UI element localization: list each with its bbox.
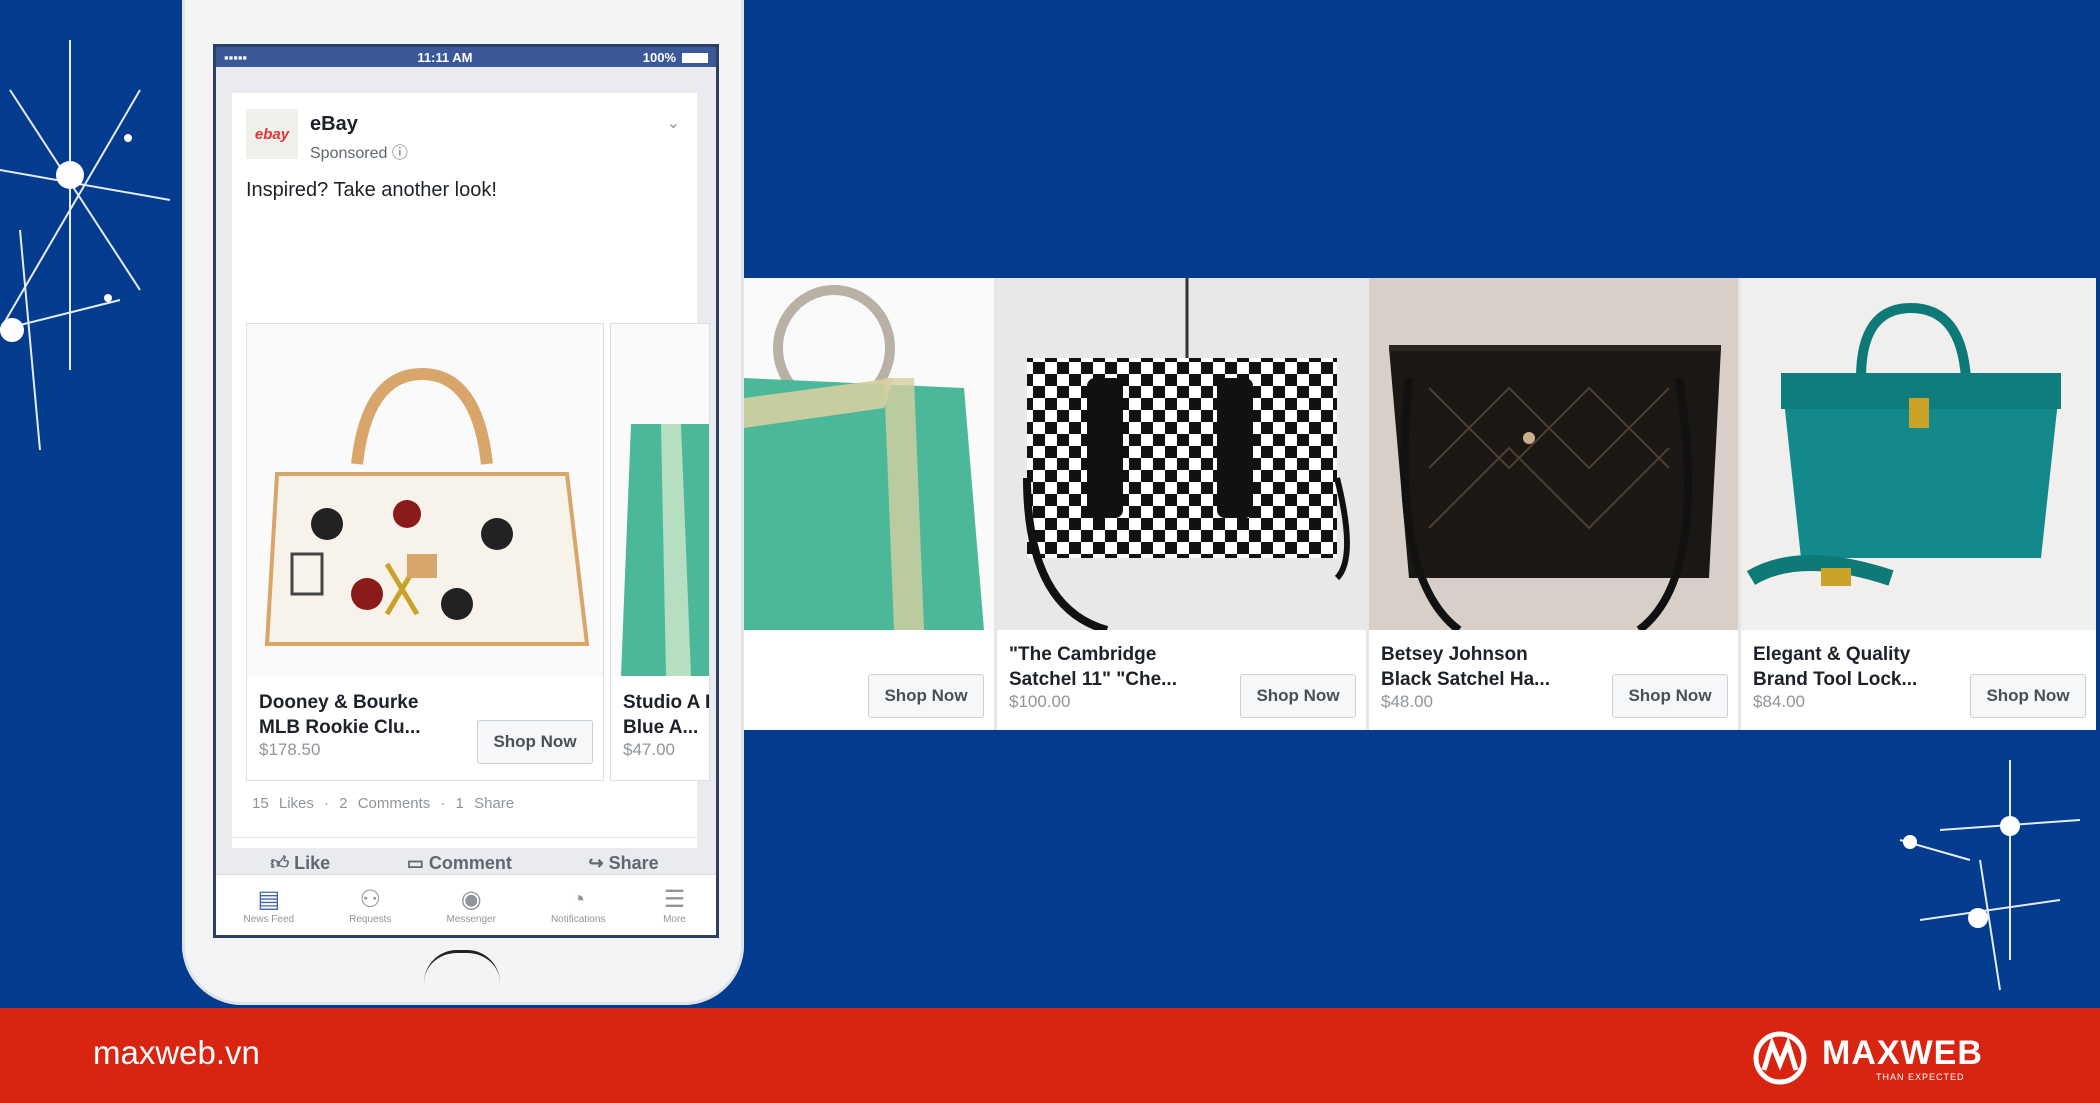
carousel-strip: Shop Now "The Cambridge Satchel 11" "Che… bbox=[744, 278, 2096, 730]
comment-icon: ▭ bbox=[406, 852, 429, 873]
product-price: $84.00 bbox=[1753, 692, 1805, 711]
handbag-image bbox=[1746, 302, 2061, 586]
maxweb-logo-icon bbox=[1753, 1031, 1807, 1085]
share-button[interactable]: ↪ Share bbox=[589, 853, 659, 874]
sponsored-post: ebay eBay Sponsored ⓘ ⌄ Inspired? Take a… bbox=[232, 93, 710, 873]
comment-button[interactable]: ▭ Comment bbox=[407, 853, 512, 874]
shop-now-button[interactable]: Shop Now bbox=[477, 720, 593, 764]
tab-notifications[interactable]: ◔ Notifications bbox=[551, 886, 605, 925]
like-label: Like bbox=[294, 853, 331, 873]
handbag-image bbox=[264, 367, 590, 646]
share-label: Share bbox=[608, 852, 659, 873]
product-price: $48.00 bbox=[1381, 692, 1433, 711]
product-title: Studio A Purse Blue A... bbox=[623, 692, 709, 738]
product-image[interactable] bbox=[744, 278, 994, 630]
carousel-card[interactable]: "The Cambridge Satchel 11" "Che... $100.… bbox=[994, 278, 1366, 730]
footer-website-link[interactable]: maxweb.vn bbox=[93, 1034, 260, 1072]
product-image[interactable] bbox=[1369, 278, 1738, 634]
carousel-card[interactable]: Elegant & Quality Brand Tool Lock... $84… bbox=[1738, 278, 2096, 730]
sparkle-right-icon bbox=[1899, 760, 2081, 991]
post-text: Inspired? Take another look! bbox=[246, 179, 497, 201]
battery-icon bbox=[682, 53, 708, 64]
tab-label: Messenger bbox=[446, 913, 496, 925]
handbag-image bbox=[1389, 345, 1721, 634]
globe-icon: ◔ bbox=[570, 885, 586, 913]
tab-label: Requests bbox=[349, 913, 392, 925]
tab-label: Notifications bbox=[550, 913, 606, 925]
tab-messenger[interactable]: ◉ Messenger bbox=[446, 886, 495, 925]
shop-now-button[interactable]: Shop Now bbox=[1240, 674, 1356, 718]
product-image[interactable] bbox=[247, 324, 603, 676]
product-title: "The Cambridge Satchel 11" "Che... bbox=[1009, 644, 1177, 690]
product-image[interactable] bbox=[997, 278, 1366, 634]
product-price: $100.00 bbox=[1009, 692, 1071, 711]
ebay-logo: ebay bbox=[254, 125, 290, 143]
carousel-card[interactable]: Betsey Johnson Black Satchel Ha... $48.0… bbox=[1366, 278, 1738, 730]
carousel-card[interactable]: Dooney & Bourke MLB Rookie Clu... $178.5… bbox=[246, 323, 604, 781]
status-time: 11:11 AM bbox=[417, 49, 473, 65]
comment-label: Comment bbox=[428, 852, 512, 873]
tab-label: More bbox=[663, 913, 686, 925]
share-icon: ↪ bbox=[588, 852, 609, 873]
product-title: Dooney & Bourke MLB Rookie Clu... bbox=[259, 692, 421, 738]
menu-icon: ☰ bbox=[663, 886, 686, 913]
handbag-image bbox=[1023, 278, 1350, 634]
signal-indicator: ▪▪▪▪▪ bbox=[224, 49, 248, 65]
thumbs-up-icon: 👍︎ bbox=[270, 853, 295, 873]
shop-now-button[interactable]: Shop Now bbox=[1612, 674, 1728, 718]
sponsored-label: Sponsored ⓘ bbox=[310, 145, 408, 162]
status-bar: ▪▪▪▪▪ 11:11 AM 100% bbox=[216, 47, 716, 67]
phone-screen: ▪▪▪▪▪ 11:11 AM 100% ebay eBay Sponsored … bbox=[213, 44, 719, 938]
friends-icon: ⚇ bbox=[359, 886, 382, 913]
page-avatar[interactable]: ebay bbox=[246, 109, 298, 159]
maxweb-logo[interactable]: MAXWEB THAN EXPECTED bbox=[1750, 1028, 1990, 1088]
handbag-image bbox=[744, 285, 984, 630]
brand-name: MAXWEB bbox=[1822, 1034, 1983, 1072]
product-image[interactable] bbox=[1741, 278, 2096, 630]
shop-now-button[interactable]: Shop Now bbox=[868, 674, 984, 718]
footer-bar: maxweb.vn MAXWEB THAN EXPECTED bbox=[0, 1008, 2100, 1103]
carousel-card[interactable]: Shop Now bbox=[744, 278, 994, 730]
product-title: Elegant & Quality Brand Tool Lock... bbox=[1753, 644, 1918, 690]
shop-now-button[interactable]: Shop Now bbox=[1970, 674, 2086, 718]
product-price: $178.50 bbox=[259, 740, 321, 759]
reactions-summary[interactable]: 15 Likes · 2 Comments · 1 Share bbox=[252, 795, 514, 812]
tab-requests[interactable]: ⚇ Requests bbox=[349, 886, 391, 925]
brand-tagline: THAN EXPECTED bbox=[1876, 1072, 1965, 1082]
product-price: $47.00 bbox=[623, 740, 675, 759]
battery-indicator: 100% bbox=[643, 50, 708, 65]
tab-label: News Feed bbox=[243, 913, 295, 925]
tab-more[interactable]: ☰ More bbox=[660, 886, 688, 925]
page-name[interactable]: eBay bbox=[310, 113, 358, 136]
news-feed-icon: ▤ bbox=[257, 886, 281, 913]
product-image[interactable] bbox=[611, 324, 709, 676]
tab-news-feed[interactable]: ▤ News Feed bbox=[244, 886, 295, 925]
post-header: ebay eBay Sponsored ⓘ ⌄ bbox=[246, 109, 686, 169]
handbag-image bbox=[621, 424, 709, 676]
like-button[interactable]: 👍︎ Like bbox=[270, 852, 330, 874]
tab-bar: ▤ News Feed ⚇ Requests ◉ Messenger ◔ Notific… bbox=[216, 874, 716, 935]
sparkle-left-icon bbox=[0, 40, 171, 450]
product-title: Betsey Johnson Black Satchel Ha... bbox=[1381, 644, 1550, 690]
messenger-icon: ◉ bbox=[460, 886, 482, 913]
chevron-down-icon[interactable]: ⌄ bbox=[667, 113, 680, 133]
carousel-card[interactable]: Studio A Purse Blue A... $47.00 bbox=[610, 323, 710, 781]
battery-text: 100% bbox=[642, 49, 676, 65]
